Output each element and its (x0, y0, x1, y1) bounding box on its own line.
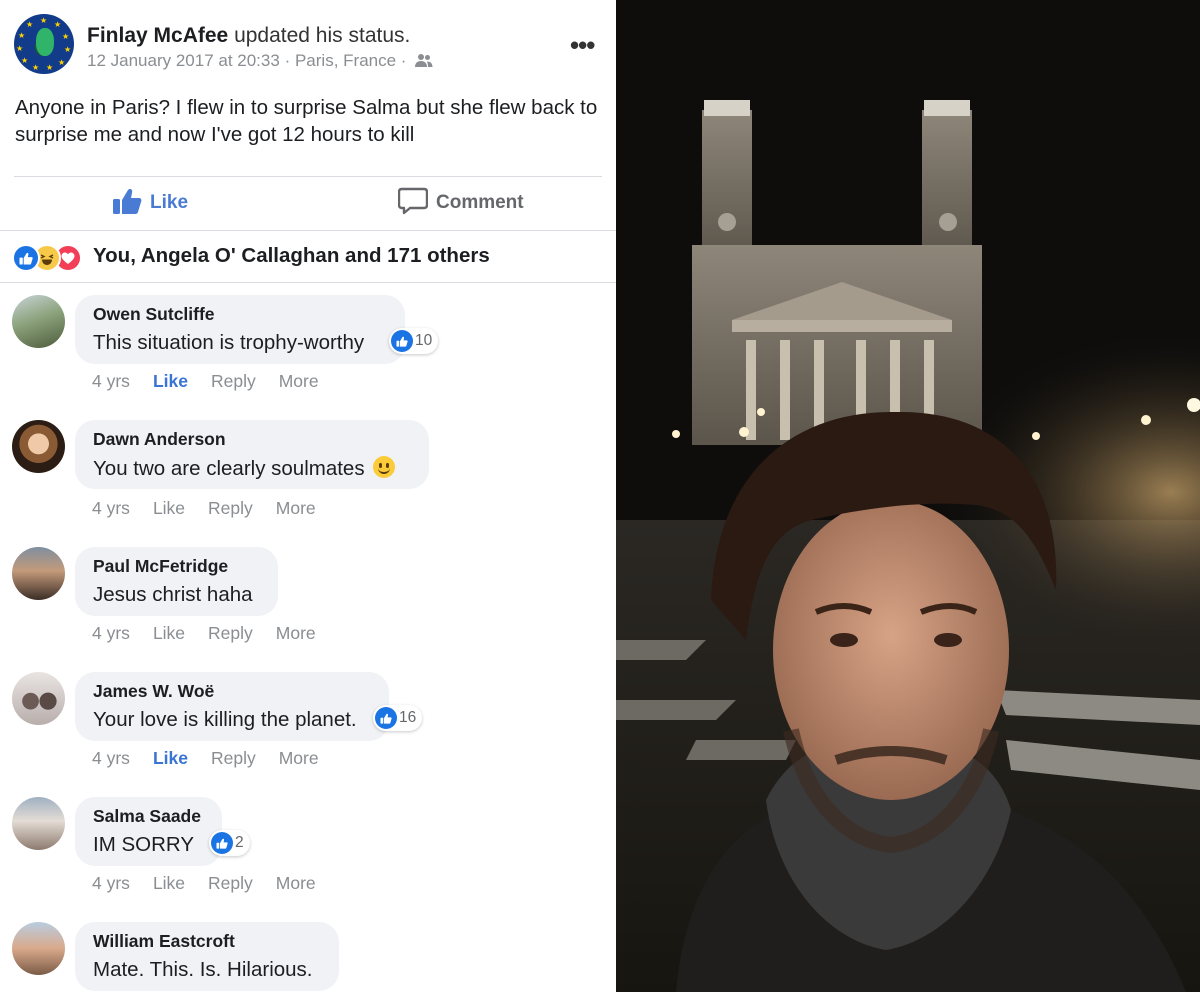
comment-bubble: William Eastcroft Mate. This. Is. Hilari… (75, 922, 339, 991)
comment-bubble: Paul McFetridge Jesus christ haha (75, 547, 278, 616)
comment-like-link[interactable]: Like (153, 498, 185, 519)
comment-button-label: Comment (436, 192, 524, 213)
comment-more-link[interactable]: More (276, 873, 316, 894)
comment-like-link[interactable]: Like (153, 623, 185, 644)
comment-actions: 4 yrs Like Reply More (92, 623, 339, 644)
commenter-name[interactable]: William Eastcroft (93, 931, 235, 952)
post-action-text: updated his status. (234, 24, 411, 47)
like-button[interactable]: Like (112, 186, 188, 220)
comment-bubble: Owen Sutcliffe This situation is trophy-… (75, 295, 439, 364)
commenter-avatar[interactable] (12, 922, 65, 975)
more-options-icon[interactable]: ••• (570, 30, 595, 61)
commenter-avatar[interactable] (12, 420, 65, 473)
comment-like-badge[interactable]: 2 (209, 830, 250, 856)
post-meta: 12 January 2017 at 20:33 · Paris, France… (87, 51, 433, 73)
reaction-icons[interactable] (12, 244, 82, 272)
comment-bubble: Dawn Anderson You two are clearly soulma… (75, 420, 429, 489)
comment-text: Jesus christ haha (93, 583, 253, 606)
comment-age[interactable]: 4 yrs (92, 498, 130, 519)
like-reaction-icon (375, 707, 397, 729)
comment-reply-link[interactable]: Reply (208, 498, 253, 519)
comment-actions: 4 yrs Like Reply More (92, 873, 339, 894)
night-selfie-photo[interactable] (616, 0, 1200, 992)
like-reaction-icon (391, 330, 413, 352)
smiling-face-emoji (372, 456, 395, 478)
divider (0, 230, 616, 231)
like-reaction-icon (12, 244, 40, 272)
comment-more-link[interactable]: More (279, 748, 319, 769)
comment-text: You two are clearly soulmates (93, 456, 395, 481)
meta-separator: · (284, 51, 291, 70)
commenter-avatar[interactable] (12, 797, 65, 850)
comment-actions: 4 yrs Like Reply More (92, 371, 342, 392)
commenter-avatar[interactable] (12, 295, 65, 348)
friends-icon[interactable] (415, 53, 433, 73)
comment-like-count: 2 (235, 834, 244, 851)
comment-age[interactable]: 4 yrs (92, 371, 130, 392)
photo-illustration (616, 0, 1200, 992)
comment-more-link[interactable]: More (276, 623, 316, 644)
comment-bubble: Salma Saade IM SORRY 2 (75, 797, 250, 866)
author-avatar[interactable]: ★ ★ ★ ★ ★ ★ ★ ★ ★ ★ ★ (14, 14, 74, 74)
post-header: Finlay McAfee updated his status. (87, 24, 410, 48)
comment-reply-link[interactable]: Reply (211, 371, 256, 392)
commenter-avatar[interactable] (12, 672, 65, 725)
comment-text: Your love is killing the planet. (93, 708, 357, 731)
author-name[interactable]: Finlay McAfee (87, 24, 228, 47)
comment-item: Dawn Anderson You two are clearly soulma… (0, 420, 616, 545)
comment-age[interactable]: 4 yrs (92, 748, 130, 769)
thumbs-up-icon (112, 187, 142, 220)
commenter-avatar[interactable] (12, 547, 65, 600)
comment-icon (397, 187, 429, 220)
comment-more-link[interactable]: More (279, 371, 319, 392)
divider (14, 176, 602, 177)
comment-like-count: 16 (399, 709, 417, 726)
like-reaction-icon (211, 832, 233, 854)
comment-like-link[interactable]: Like (153, 873, 185, 894)
comment-like-link[interactable]: Like (153, 748, 188, 769)
commenter-name[interactable]: James W. Woë (93, 681, 214, 702)
comment-like-link[interactable]: Like (153, 371, 188, 392)
comment-item: James W. Woë Your love is killing the pl… (0, 672, 616, 797)
comment-age[interactable]: 4 yrs (92, 623, 130, 644)
comment-item: Paul McFetridge Jesus christ haha 4 yrs … (0, 547, 616, 672)
meta-separator: · (400, 51, 407, 70)
comment-bubble: James W. Woë Your love is killing the pl… (75, 672, 423, 741)
comment-button[interactable]: Comment (397, 186, 524, 220)
comment-like-badge[interactable]: 10 (389, 328, 439, 354)
divider (0, 282, 616, 283)
comment-actions: 4 yrs Like Reply More (92, 748, 342, 769)
facebook-post-panel: ★ ★ ★ ★ ★ ★ ★ ★ ★ ★ ★ Finlay McAfee upda… (0, 0, 616, 992)
comment-age[interactable]: 4 yrs (92, 873, 130, 894)
comment-like-badge[interactable]: 16 (373, 705, 423, 731)
post-location[interactable]: Paris, France (295, 51, 396, 70)
post-text: Anyone in Paris? I flew in to surprise S… (15, 96, 598, 146)
post-timestamp[interactable]: 12 January 2017 at 20:33 (87, 51, 280, 70)
comment-actions: 4 yrs Like Reply More (92, 498, 339, 519)
reaction-summary[interactable]: You, Angela O' Callaghan and 171 others (93, 244, 490, 268)
comment-text: Mate. This. Is. Hilarious. (93, 958, 313, 981)
comment-text-content: You two are clearly soulmates (93, 457, 365, 480)
comment-text: This situation is trophy-worthy (93, 331, 365, 354)
commenter-name[interactable]: Paul McFetridge (93, 556, 228, 577)
comment-item: Salma Saade IM SORRY 2 4 yrs Like Reply … (0, 797, 616, 922)
comment-item: William Eastcroft Mate. This. Is. Hilari… (0, 922, 616, 992)
comment-more-link[interactable]: More (276, 498, 316, 519)
commenter-name[interactable]: Owen Sutcliffe (93, 304, 215, 325)
comment-reply-link[interactable]: Reply (208, 623, 253, 644)
commenter-name[interactable]: Dawn Anderson (93, 429, 226, 450)
commenter-name[interactable]: Salma Saade (93, 806, 201, 827)
comment-item: Owen Sutcliffe This situation is trophy-… (0, 295, 616, 420)
like-button-label: Like (150, 192, 189, 213)
comment-reply-link[interactable]: Reply (211, 748, 256, 769)
comment-reply-link[interactable]: Reply (208, 873, 253, 894)
comment-text: IM SORRY (93, 833, 194, 856)
comment-like-count: 10 (415, 332, 433, 349)
